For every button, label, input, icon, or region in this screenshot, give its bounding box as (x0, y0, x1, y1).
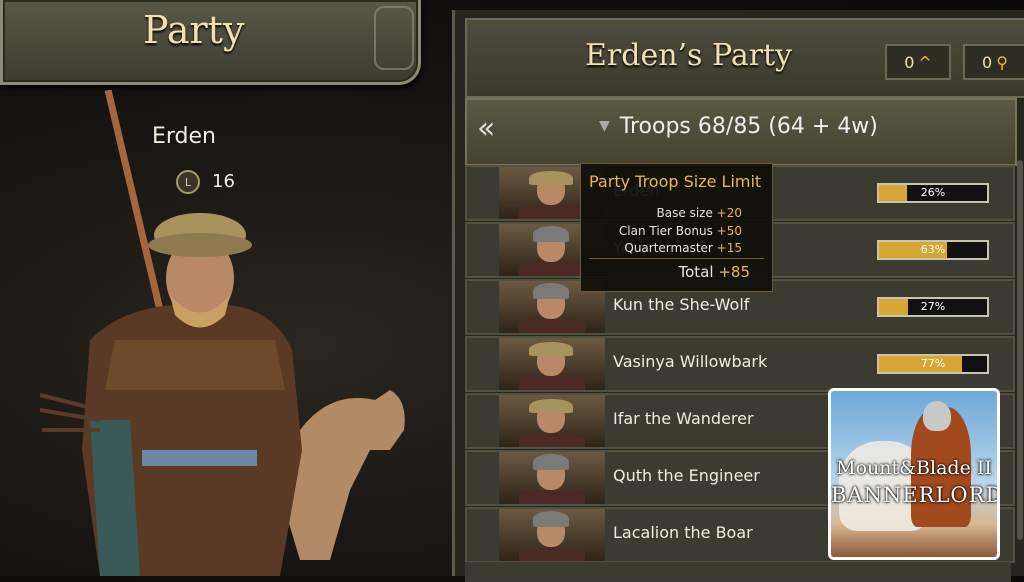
screen-title: Party (143, 8, 245, 52)
caret-down-icon: ▼ (599, 118, 610, 134)
party-header: Erden’s Party 0 ^ 0 ⚲ (465, 18, 1024, 98)
tooltip-title: Party Troop Size Limit (589, 172, 762, 191)
xp-percent: 63% (920, 243, 946, 256)
celtic-knot-ornament (374, 6, 414, 70)
party-title: Erden’s Party (585, 38, 793, 73)
recruit-button[interactable]: 0 ⚲ (963, 44, 1024, 80)
troops-section-header[interactable]: « ▼ Troops 68/85 (64 + 4w) (465, 98, 1017, 166)
collapse-left-icon[interactable]: « (477, 112, 511, 146)
tooltip-line-label: Base size (656, 206, 713, 220)
recruit-icon: ⚲ (996, 52, 1008, 72)
tooltip-line-base: Base size +20 (657, 206, 742, 220)
xp-bar: 26% (877, 183, 989, 203)
troop-name: Vasinya Willowbark (613, 352, 768, 371)
tooltip-total: Total +85 (679, 263, 750, 281)
scrollbar[interactable] (1017, 160, 1023, 540)
tooltip-line-label: Quartermaster (624, 241, 713, 255)
tooltip-divider (589, 258, 764, 259)
troop-limit-tooltip: Party Troop Size Limit Base size +20 Cla… (580, 163, 773, 292)
tooltip-line-label: Clan Tier Bonus (618, 224, 713, 238)
tooltip-total-value: +85 (718, 263, 750, 281)
troops-title: Troops (619, 114, 691, 139)
troop-portrait (499, 338, 605, 390)
troop-portrait (499, 395, 605, 447)
troop-name: Quth the Engineer (613, 466, 760, 485)
chevron-up-icon: ^ (918, 52, 932, 72)
xp-bar: 63% (877, 240, 989, 260)
character-figure (39, 90, 405, 576)
xp-percent: 26% (920, 186, 946, 199)
troop-row[interactable]: Vasinya Willowbark 77% (465, 336, 1015, 392)
tooltip-line-value: +15 (716, 241, 742, 255)
troops-label: ▼ Troops 68/85 (64 + 4w) (599, 114, 878, 139)
list-row-partial (465, 562, 1011, 582)
tooltip-total-label: Total (678, 263, 714, 281)
troop-name: Ifar the Wanderer (613, 409, 754, 428)
troop-name: Kun the She-Wolf (613, 295, 750, 314)
tooltip-line-clan: Clan Tier Bonus +50 (619, 224, 742, 238)
troop-name: Lacalion the Boar (613, 523, 753, 542)
tooltip-line-value: +50 (716, 224, 742, 238)
bannerlord-logo: Mount&Blade II BANNERLORD (828, 388, 1000, 560)
troops-count: 68/85 (64 + 4w) (697, 114, 878, 139)
upgrade-button[interactable]: 0 ^ (885, 44, 951, 80)
xp-bar: 77% (877, 354, 989, 374)
logo-text-top: Mount&Blade II (836, 457, 992, 479)
logo-text-bottom: BANNERLORD (831, 483, 1000, 507)
logo-rider-helmet (923, 401, 951, 431)
upgrade-count: 0 (904, 52, 915, 72)
screen-title-plaque: Party (0, 0, 421, 85)
troop-portrait (499, 452, 605, 504)
xp-bar: 27% (877, 297, 989, 317)
tooltip-line-quartermaster: Quartermaster +15 (624, 241, 742, 255)
xp-percent: 27% (920, 300, 946, 313)
recruit-count: 0 (982, 52, 993, 72)
xp-percent: 77% (920, 357, 946, 370)
troop-portrait (499, 509, 605, 561)
tooltip-line-value: +20 (716, 206, 742, 220)
